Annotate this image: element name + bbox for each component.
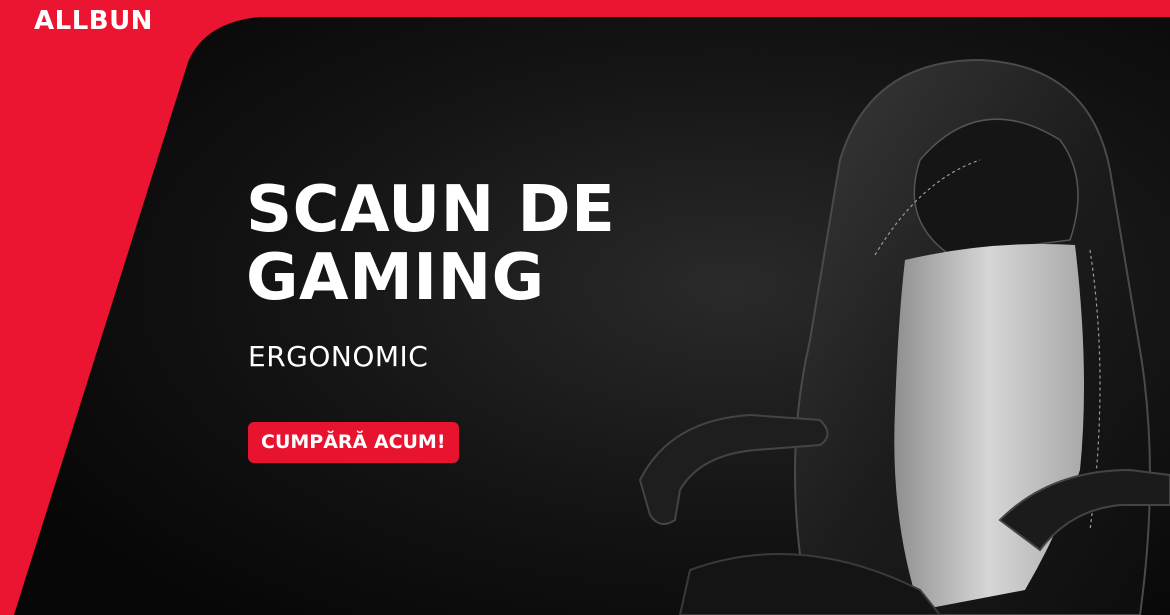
subtitle: ERGONOMIC: [248, 340, 429, 373]
promo-banner: ALLBUN SCAUN DE GAMING ERGONOMIC CUMPĂRĂ…: [0, 0, 1170, 615]
gaming-chair-image: [638, 58, 1170, 615]
headline: SCAUN DE GAMING: [246, 176, 615, 312]
headline-line-2: GAMING: [246, 241, 545, 315]
shop-now-button[interactable]: CUMPĂRĂ ACUM!: [248, 422, 459, 463]
headline-line-1: SCAUN DE: [246, 173, 616, 247]
allbun-logo[interactable]: ALLBUN: [34, 6, 153, 36]
